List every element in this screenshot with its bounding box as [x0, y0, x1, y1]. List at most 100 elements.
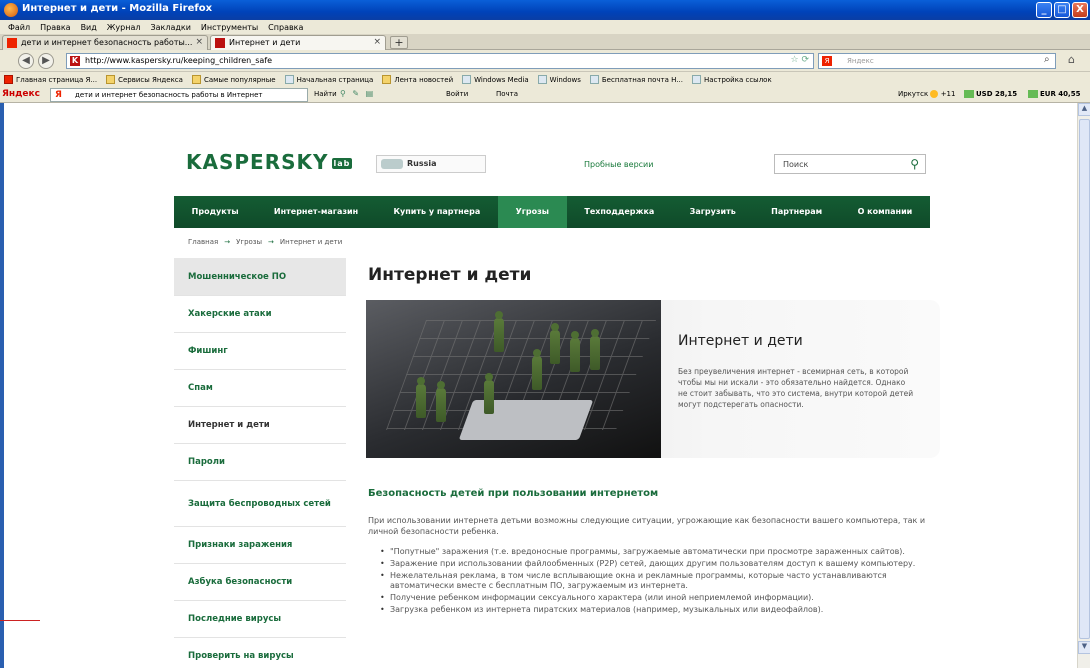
sidebar-item-infection-signs[interactable]: Признаки заражения	[174, 527, 346, 564]
yandex-find-button[interactable]: Найти	[314, 90, 337, 98]
nav-download[interactable]: Загрузить	[672, 196, 754, 228]
bookmark-star-icon[interactable]: ☆ ⟳	[791, 55, 809, 65]
search-box[interactable]: Я Яндекс	[818, 53, 1056, 69]
back-button[interactable]: ◀	[18, 53, 34, 69]
list-item: "Попутные" заражения (т.е. вредоносные п…	[378, 547, 938, 557]
divider	[0, 620, 40, 621]
sidebar-item-passwords[interactable]: Пароли	[174, 444, 346, 481]
yandex-login-button[interactable]: Войти	[446, 90, 468, 98]
forward-button[interactable]: ▶	[38, 53, 54, 69]
window-titlebar: Интернет и дети - Mozilla Firefox _ □ X	[0, 0, 1090, 20]
tab-label: Интернет и дети	[229, 38, 301, 47]
sidebar-item-fraud-software[interactable]: Мошенническое ПО	[174, 258, 346, 296]
menu-bookmarks[interactable]: Закладки	[150, 23, 190, 32]
nav-threats[interactable]: Угрозы	[497, 196, 567, 228]
menu-file[interactable]: Файл	[8, 23, 30, 32]
bookmark-item[interactable]: Самые популярные	[191, 75, 276, 84]
bookmark-item[interactable]: Настройка ссылок	[691, 75, 772, 84]
page-icon	[284, 75, 294, 84]
nav-shop[interactable]: Интернет-магазин	[256, 196, 376, 228]
bookmark-item[interactable]: Лента новостей	[382, 75, 453, 84]
soldier-figure	[532, 349, 542, 390]
tab-internet-children[interactable]: Интернет и дети ×	[210, 35, 386, 50]
eur-rate[interactable]: EUR 40,55	[1028, 90, 1080, 98]
yandex-icon: Я	[55, 90, 62, 100]
kaspersky-favicon	[215, 38, 225, 48]
yandex-tools-icons[interactable]: ⚲ ✎ ▤	[340, 89, 375, 98]
yandex-mail-button[interactable]: Почта	[496, 90, 518, 98]
breadcrumb-current: Интернет и дети	[279, 238, 343, 246]
list-item: Загрузка ребенком из интернета пиратских…	[378, 605, 938, 615]
sidebar-item-wireless-protection[interactable]: Защита беспроводных сетей	[174, 481, 346, 527]
region-selector[interactable]: Russia	[376, 155, 486, 173]
sidebar-item-internet-children[interactable]: Интернет и дети	[174, 407, 346, 444]
bookmark-item[interactable]: Windows	[537, 75, 581, 84]
site-search-placeholder: Поиск	[783, 160, 809, 169]
kaspersky-logo[interactable]: KASPERSKY lab	[186, 150, 353, 174]
page-icon	[589, 75, 599, 84]
tab-label: дети и интернет безопасность работы...	[21, 38, 193, 47]
breadcrumb-threats[interactable]: Угрозы	[236, 238, 262, 246]
sidebar-item-hacker-attacks[interactable]: Хакерские атаки	[174, 296, 346, 333]
weather-widget[interactable]: Иркутск +11	[898, 90, 955, 98]
sidebar-item-virus-scan[interactable]: Проверить на вирусы	[174, 638, 346, 668]
soldier-figure	[550, 323, 560, 364]
currency-icon	[1028, 90, 1038, 98]
scroll-down-arrow[interactable]: ▼	[1078, 641, 1090, 654]
menu-history[interactable]: Журнал	[107, 23, 141, 32]
bookmark-item[interactable]: Windows Media	[462, 75, 529, 84]
vertical-scrollbar[interactable]: ▲ ▼	[1077, 103, 1090, 668]
threat-list: "Попутные" заражения (т.е. вредоносные п…	[378, 547, 938, 617]
minimize-button[interactable]: _	[1036, 2, 1052, 18]
close-tab-icon[interactable]: ×	[195, 37, 203, 47]
menu-help[interactable]: Справка	[268, 23, 303, 32]
yandex-icon	[4, 75, 13, 84]
bookmark-item[interactable]: Сервисы Яндекса	[106, 75, 183, 84]
nav-products[interactable]: Продукты	[174, 196, 256, 228]
page-icon	[691, 75, 701, 84]
search-icon[interactable]: ⌕	[1044, 54, 1050, 65]
trial-versions-link[interactable]: Пробные версии	[584, 160, 653, 169]
nav-buy-partner[interactable]: Купить у партнера	[376, 196, 498, 228]
scroll-up-arrow[interactable]: ▲	[1078, 103, 1090, 116]
bookmark-item[interactable]: Начальная страница	[284, 75, 373, 84]
tab-bar: дети и интернет безопасность работы... ×…	[0, 34, 1090, 50]
search-placeholder: Яндекс	[847, 57, 874, 65]
hero-title: Интернет и дети	[678, 333, 803, 349]
soldier-figure	[570, 331, 580, 372]
sidebar-item-spam[interactable]: Спам	[174, 370, 346, 407]
close-window-button[interactable]: X	[1072, 2, 1088, 18]
yandex-search-input[interactable]: Я дети и интернет безопасность работы в …	[50, 88, 308, 102]
breadcrumb: Главная → Угрозы → Интернет и дети	[188, 238, 342, 246]
sidebar-item-phishing[interactable]: Фишинг	[174, 333, 346, 370]
menu-view[interactable]: Вид	[81, 23, 97, 32]
maximize-button[interactable]: □	[1054, 2, 1070, 18]
bookmark-item[interactable]: Бесплатная почта H...	[589, 75, 683, 84]
menu-tools[interactable]: Инструменты	[201, 23, 258, 32]
tab-yandex-search[interactable]: дети и интернет безопасность работы... ×	[2, 35, 208, 50]
home-icon[interactable]: ⌂	[1068, 53, 1075, 66]
usd-rate[interactable]: USD 28,15	[964, 90, 1017, 98]
nav-partners[interactable]: Партнерам	[753, 196, 839, 228]
menu-edit[interactable]: Правка	[40, 23, 70, 32]
hero-text: Без преувеличения интернет - всемирная с…	[678, 367, 914, 409]
scroll-thumb[interactable]	[1079, 119, 1090, 639]
nav-support[interactable]: Техподдержка	[567, 196, 672, 228]
site-search-input[interactable]: Поиск ⚲	[774, 154, 926, 174]
close-tab-icon[interactable]: ×	[373, 37, 381, 47]
search-icon[interactable]: ⚲	[910, 157, 919, 171]
new-tab-button[interactable]: +	[390, 36, 408, 49]
page-icon	[462, 75, 472, 84]
hero-banner: Интернет и дети Без преувеличения интерн…	[366, 300, 940, 458]
page-icon	[537, 75, 547, 84]
soldier-figure	[484, 373, 494, 414]
sidebar-item-security-abc[interactable]: Азбука безопасности	[174, 564, 346, 601]
nav-about[interactable]: О компании	[840, 196, 930, 228]
sun-icon	[930, 90, 939, 98]
bookmark-item[interactable]: Главная страница Я...	[4, 75, 97, 84]
sidebar-item-latest-viruses[interactable]: Последние вирусы	[174, 601, 346, 638]
yandex-logo[interactable]: Яндекс	[2, 89, 40, 99]
window-controls: _ □ X	[1036, 2, 1088, 18]
address-bar[interactable]: K http://www.kaspersky.ru/keeping_childr…	[66, 53, 814, 69]
breadcrumb-home[interactable]: Главная	[188, 238, 218, 246]
